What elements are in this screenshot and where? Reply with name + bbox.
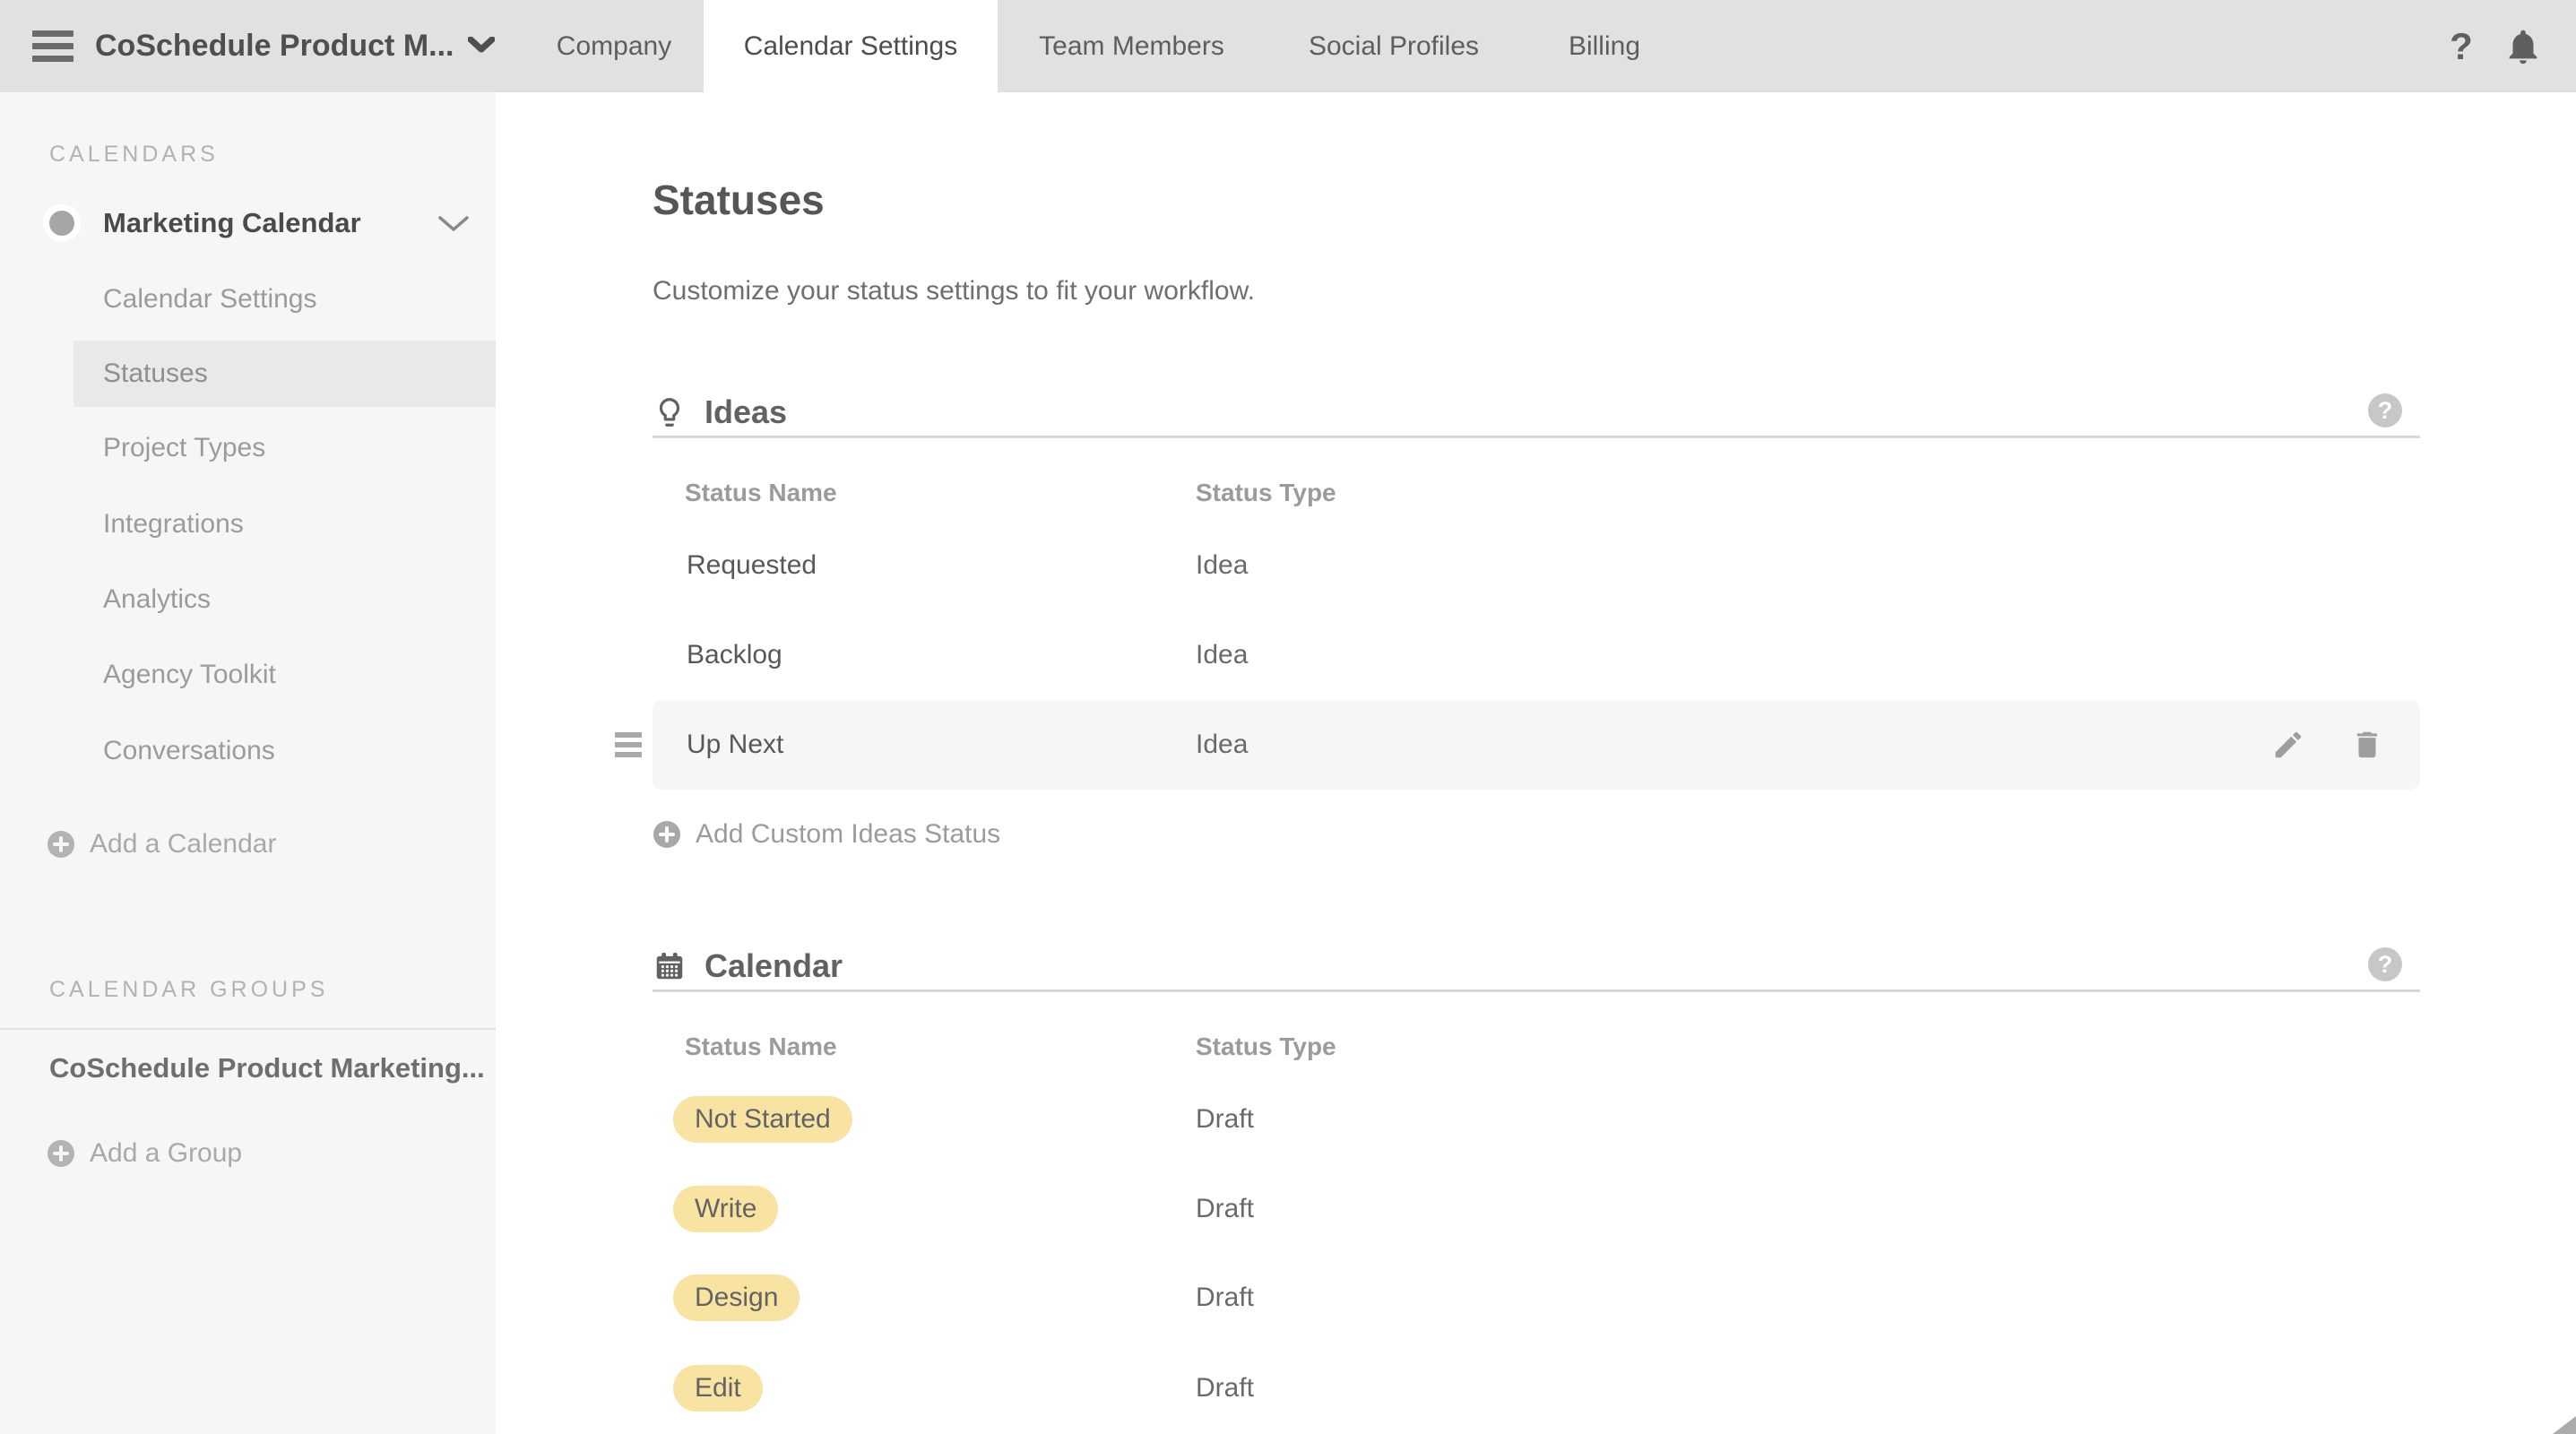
sidebar: CALENDARS Marketing Calendar Calendar Se… — [0, 92, 496, 1434]
section-divider — [653, 989, 2420, 992]
status-badge: Design — [673, 1274, 800, 1321]
add-custom-ideas-status-label: Add Custom Ideas Status — [696, 819, 1001, 849]
calendar-column-headers: Status Name Status Type — [653, 1027, 2420, 1067]
column-header-status-name: Status Name — [685, 1032, 837, 1060]
calendar-groups-section-label: CALENDAR GROUPS — [49, 977, 329, 1002]
page-subtitle: Customize your status settings to fit yo… — [653, 276, 1255, 306]
top-bar: CoSchedule Product M... Company Calendar… — [0, 0, 2576, 92]
page-title: Statuses — [653, 177, 825, 223]
help-icon[interactable]: ? — [2436, 0, 2486, 92]
ideas-section-header: Ideas ? — [653, 390, 2420, 435]
main-content: Statuses Customize your status settings … — [496, 92, 2576, 1434]
status-badge: Not Started — [673, 1096, 852, 1143]
status-name: Backlog — [687, 640, 782, 669]
section-divider — [653, 436, 2420, 438]
add-calendar-button[interactable]: Add a Calendar — [47, 817, 276, 871]
drag-handle-icon[interactable] — [615, 732, 642, 762]
sidebar-item-integrations[interactable]: Integrations — [0, 497, 496, 551]
status-type: Draft — [1196, 1283, 1255, 1312]
calendar-color-dot — [43, 204, 81, 242]
calendar-name: Marketing Calendar — [103, 207, 361, 238]
status-row-backlog[interactable]: Backlog Idea — [653, 610, 2420, 700]
status-row-write[interactable]: Write Draft — [653, 1164, 2420, 1254]
chevron-down-icon[interactable] — [437, 215, 470, 238]
status-name: Requested — [687, 550, 817, 580]
sidebar-item-calendar-settings[interactable]: Calendar Settings — [0, 272, 496, 326]
calendars-section-label: CALENDARS — [49, 142, 219, 167]
add-group-label: Add a Group — [90, 1138, 243, 1168]
row-actions — [2271, 728, 2384, 762]
status-row-requested[interactable]: Requested Idea — [653, 521, 2420, 610]
calendar-section-title: Calendar — [705, 947, 843, 984]
tab-company[interactable]: Company — [524, 0, 704, 92]
column-header-status-type: Status Type — [1196, 479, 1336, 506]
tab-team-members[interactable]: Team Members — [1017, 0, 1246, 92]
ideas-section-title: Ideas — [705, 393, 788, 430]
status-row-not-started[interactable]: Not Started Draft — [653, 1075, 2420, 1164]
chevron-down-icon — [467, 36, 496, 53]
sidebar-item-analytics[interactable]: Analytics — [0, 573, 496, 626]
sidebar-item-agency-toolkit[interactable]: Agency Toolkit — [0, 648, 496, 702]
sidebar-group-coschedule-product-marketing[interactable]: CoSchedule Product Marketing... — [49, 1041, 485, 1095]
column-header-status-type: Status Type — [1196, 1032, 1336, 1060]
status-type: Idea — [1196, 640, 1249, 669]
tab-social-profiles[interactable]: Social Profiles — [1277, 0, 1510, 92]
plus-circle-icon — [48, 831, 74, 858]
status-row-up-next[interactable]: Up Next Idea — [615, 700, 2420, 790]
status-type: Draft — [1196, 1104, 1255, 1134]
ideas-help-icon[interactable]: ? — [2368, 393, 2402, 428]
status-row-edit[interactable]: Edit Draft — [653, 1343, 2420, 1433]
sidebar-item-statuses[interactable]: Statuses — [73, 341, 496, 407]
edit-pencil-icon[interactable] — [2271, 728, 2305, 762]
add-calendar-label: Add a Calendar — [90, 829, 277, 859]
sidebar-calendar-marketing-calendar[interactable]: Marketing Calendar — [0, 195, 496, 251]
sidebar-item-project-types[interactable]: Project Types — [0, 421, 496, 475]
cursor-artifact — [2553, 1416, 2576, 1434]
calendar-switcher-label: CoSchedule Product M... — [95, 29, 454, 63]
calendar-icon — [653, 949, 687, 983]
status-type: Draft — [1196, 1194, 1255, 1223]
tab-calendar-settings[interactable]: Calendar Settings — [704, 0, 998, 92]
calendar-section-header: Calendar ? — [653, 944, 2420, 989]
hamburger-menu-icon[interactable] — [32, 30, 73, 62]
sidebar-divider — [0, 1028, 496, 1030]
calendar-switcher-dropdown[interactable]: CoSchedule Product M... — [95, 0, 496, 92]
tab-billing[interactable]: Billing — [1524, 0, 1685, 92]
status-badge: Edit — [673, 1365, 763, 1412]
lightbulb-icon — [653, 395, 687, 429]
plus-circle-icon — [653, 821, 680, 848]
add-custom-ideas-status-button[interactable]: Add Custom Ideas Status — [653, 803, 1000, 866]
plus-circle-icon — [48, 1140, 74, 1167]
sidebar-item-conversations[interactable]: Conversations — [0, 724, 496, 778]
add-group-button[interactable]: Add a Group — [47, 1127, 242, 1180]
status-name: Up Next — [687, 730, 784, 759]
status-type: Idea — [1196, 550, 1249, 580]
column-header-status-name: Status Name — [685, 479, 837, 506]
calendar-help-icon[interactable]: ? — [2368, 947, 2402, 981]
ideas-column-headers: Status Name Status Type — [653, 473, 2420, 513]
delete-trash-icon[interactable] — [2350, 728, 2384, 762]
notifications-bell-icon[interactable] — [2503, 26, 2544, 67]
status-type: Idea — [1196, 730, 1249, 759]
status-type: Draft — [1196, 1373, 1255, 1403]
status-badge: Write — [673, 1186, 779, 1232]
status-row-design[interactable]: Design Draft — [653, 1253, 2420, 1343]
